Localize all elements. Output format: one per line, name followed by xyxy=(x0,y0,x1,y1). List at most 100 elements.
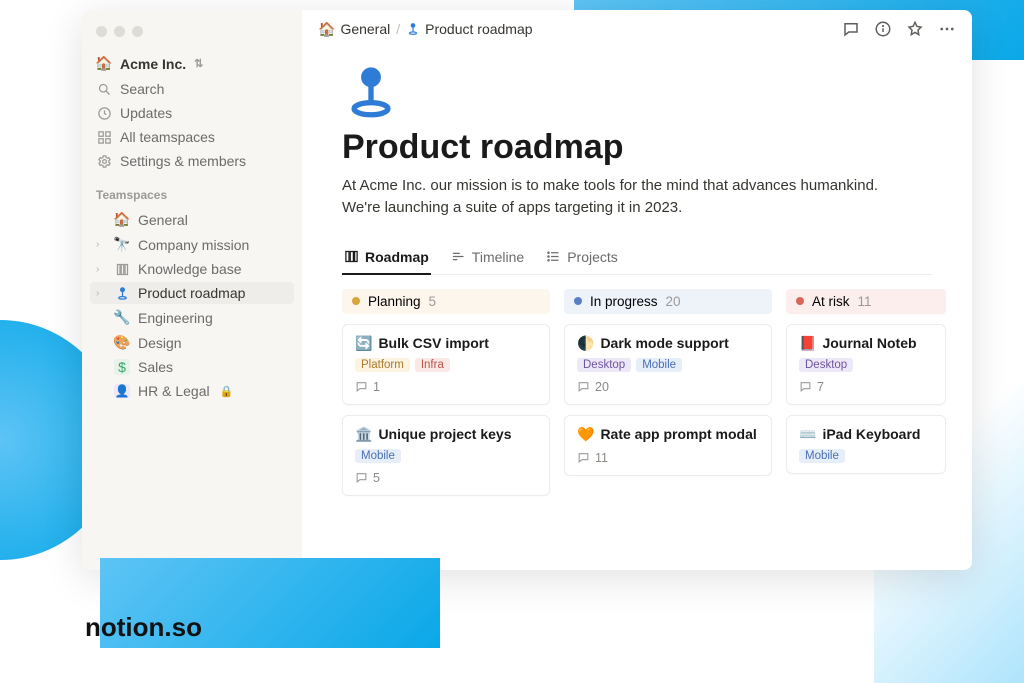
status-dot xyxy=(574,297,582,305)
board-card[interactable]: 🌓 Dark mode support Desktop Mobile 20 xyxy=(564,324,772,405)
star-icon[interactable] xyxy=(906,20,924,38)
nav-label: Settings & members xyxy=(120,153,246,169)
column-header[interactable]: At risk 11 xyxy=(786,289,946,314)
topbar: 🏠 General / Product roadmap xyxy=(302,10,972,48)
tab-timeline[interactable]: Timeline xyxy=(449,243,526,275)
column-name: Planning xyxy=(368,294,421,309)
pin-icon xyxy=(114,286,130,301)
comment-count: 1 xyxy=(373,380,380,394)
nav-all-teamspaces[interactable]: All teamspaces xyxy=(90,126,294,148)
traffic-dot xyxy=(114,26,125,37)
comment-icon xyxy=(355,380,368,393)
clock-icon xyxy=(96,106,112,121)
card-comments: 20 xyxy=(577,380,759,394)
sidebar-item-design[interactable]: 🎨 Design xyxy=(90,331,294,354)
sidebar-item-sales[interactable]: $ Sales xyxy=(90,356,294,378)
card-title: iPad Keyboard xyxy=(822,426,920,442)
tab-roadmap[interactable]: Roadmap xyxy=(342,243,431,275)
view-tabs: Roadmap Timeline Projects xyxy=(342,243,932,275)
comment-icon xyxy=(577,380,590,393)
wrench-icon: 🔧 xyxy=(114,309,130,326)
house-icon: 🏠 xyxy=(114,211,130,228)
board-card[interactable]: 🧡 Rate app prompt modal 11 xyxy=(564,415,772,476)
comment-count: 20 xyxy=(595,380,609,394)
board-card[interactable]: 🏛️ Unique project keys Mobile 5 xyxy=(342,415,550,496)
sidebar-item-general[interactable]: 🏠 General xyxy=(90,208,294,231)
board-card[interactable]: 🔄 Bulk CSV import Platform Infra 1 xyxy=(342,324,550,405)
tag-infra: Infra xyxy=(415,358,450,372)
card-comments: 1 xyxy=(355,380,537,394)
kanban-board: Planning 5 🔄 Bulk CSV import Platform In… xyxy=(342,289,932,496)
sidebar-item-knowledge-base[interactable]: › Knowledge base xyxy=(90,258,294,280)
column-header[interactable]: Planning 5 xyxy=(342,289,550,314)
breadcrumb-parent[interactable]: 🏠 General xyxy=(318,21,390,38)
nav-updates[interactable]: Updates xyxy=(90,102,294,124)
nav-search[interactable]: Search xyxy=(90,78,294,100)
card-comments: 7 xyxy=(799,380,933,394)
nav-label: All teamspaces xyxy=(120,129,215,145)
tab-label: Roadmap xyxy=(365,249,429,265)
nav-label: Updates xyxy=(120,105,172,121)
traffic-dot xyxy=(96,26,107,37)
brand-label: notion.so xyxy=(85,612,202,643)
status-dot xyxy=(352,297,360,305)
sidebar-item-hr-legal[interactable]: 👤 HR & Legal 🔒 xyxy=(90,380,294,402)
house-icon: 🏠 xyxy=(318,21,335,38)
nav-label: Search xyxy=(120,81,164,97)
board-column-at-risk: At risk 11 📕 Journal Noteb Desktop xyxy=(786,289,946,496)
breadcrumb-current[interactable]: Product roadmap xyxy=(406,21,532,37)
sidebar-item-product-roadmap[interactable]: › Product roadmap xyxy=(90,282,294,304)
board-card[interactable]: ⌨️ iPad Keyboard Mobile xyxy=(786,415,946,474)
main: 🏠 General / Product roadmap xyxy=(302,10,972,570)
dollar-icon: $ xyxy=(114,359,130,375)
lock-icon: 🔒 xyxy=(220,385,234,398)
tag-mobile: Mobile xyxy=(799,449,845,463)
workspace-name: Acme Inc. xyxy=(120,56,186,72)
tag-desktop: Desktop xyxy=(577,358,631,372)
card-comments: 5 xyxy=(355,471,537,485)
nav-settings[interactable]: Settings & members xyxy=(90,150,294,172)
chevron-right-icon: › xyxy=(96,288,106,299)
card-comments: 11 xyxy=(577,451,759,465)
board-card[interactable]: 📕 Journal Noteb Desktop 7 xyxy=(786,324,946,405)
workspace-switcher[interactable]: 🏠 Acme Inc. ⇅ xyxy=(90,51,294,76)
comment-count: 11 xyxy=(595,451,608,465)
column-count: 20 xyxy=(666,294,681,309)
comment-count: 5 xyxy=(373,471,380,485)
card-icon: 📕 xyxy=(799,335,816,352)
more-icon[interactable] xyxy=(938,20,956,38)
comment-icon xyxy=(799,380,812,393)
card-icon: 🏛️ xyxy=(355,426,372,443)
column-header[interactable]: In progress 20 xyxy=(564,289,772,314)
breadcrumb-separator: / xyxy=(396,21,400,37)
page-content: Product roadmap At Acme Inc. our mission… xyxy=(302,48,972,570)
tag-mobile: Mobile xyxy=(355,449,401,463)
page-icon[interactable] xyxy=(342,64,932,122)
sidebar-item-label: Sales xyxy=(138,359,173,375)
chevron-right-icon: › xyxy=(96,264,106,275)
page-description[interactable]: At Acme Inc. our mission is to make tool… xyxy=(342,175,882,219)
status-dot xyxy=(796,297,804,305)
tab-projects[interactable]: Projects xyxy=(544,243,620,275)
app-window: 🏠 Acme Inc. ⇅ Search Updates All teamspa… xyxy=(82,10,972,570)
sidebar-item-engineering[interactable]: 🔧 Engineering xyxy=(90,306,294,329)
gear-icon xyxy=(96,154,112,169)
sidebar-item-label: Product roadmap xyxy=(138,285,245,301)
comment-icon xyxy=(355,471,368,484)
chevron-updown-icon: ⇅ xyxy=(194,57,203,70)
sidebar-item-label: HR & Legal xyxy=(138,383,210,399)
card-title: Journal Noteb xyxy=(822,335,916,351)
page-title[interactable]: Product roadmap xyxy=(342,128,932,167)
tab-label: Timeline xyxy=(472,249,524,265)
tab-label: Projects xyxy=(567,249,618,265)
sidebar-item-label: Knowledge base xyxy=(138,261,242,277)
traffic-dot xyxy=(132,26,143,37)
breadcrumb-label: Product roadmap xyxy=(425,21,532,37)
comments-icon[interactable] xyxy=(842,20,860,38)
info-icon[interactable] xyxy=(874,20,892,38)
card-icon: 🧡 xyxy=(577,426,594,443)
sidebar-item-company-mission[interactable]: › 🔭 Company mission xyxy=(90,233,294,256)
board-icon xyxy=(344,249,359,264)
column-name: In progress xyxy=(590,294,658,309)
tag-desktop: Desktop xyxy=(799,358,853,372)
